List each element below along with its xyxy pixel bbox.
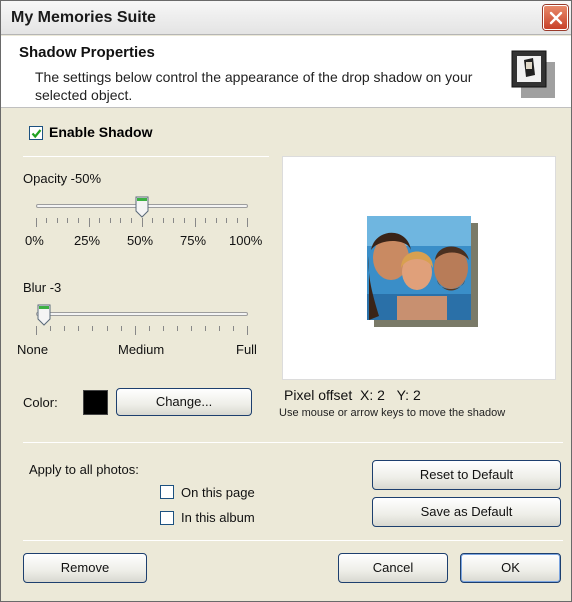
blur-tick-full: Full xyxy=(236,342,257,357)
on-this-page-label: On this page xyxy=(181,485,255,500)
offset-x-value: 2 xyxy=(377,387,385,403)
opacity-slider-thumb[interactable] xyxy=(135,196,149,218)
opacity-label: Opacity -50% xyxy=(23,171,102,186)
enable-shadow-label: Enable Shadow xyxy=(49,124,153,140)
divider xyxy=(23,156,269,157)
shadow-properties-icon xyxy=(511,50,555,98)
dialog-window: My Memories Suite Shadow Properties The … xyxy=(0,0,572,602)
color-label: Color: xyxy=(23,395,58,410)
divider xyxy=(23,540,563,541)
divider xyxy=(23,442,563,443)
preview-hint: Use mouse or arrow keys to move the shad… xyxy=(279,407,506,419)
offset-y-value: 2 xyxy=(412,387,421,403)
blur-tick-medium: Medium xyxy=(118,342,165,357)
save-default-button[interactable]: Save as Default xyxy=(372,497,561,527)
close-button[interactable] xyxy=(543,5,568,30)
header-title: Shadow Properties xyxy=(19,44,155,61)
on-this-page-checkbox[interactable] xyxy=(160,485,174,499)
blur-tick-none: None xyxy=(17,342,49,357)
apply-all-label: Apply to all photos: xyxy=(29,462,139,477)
opacity-tick-50: 50% xyxy=(127,233,154,248)
offset-y-label: Y: xyxy=(396,387,410,403)
cancel-button[interactable]: Cancel xyxy=(338,553,448,583)
dialog-header: Shadow Properties The settings below con… xyxy=(1,36,571,108)
header-description: The settings below control the appearanc… xyxy=(35,69,473,103)
offset-x-label: X: xyxy=(360,387,374,403)
in-this-album-checkbox[interactable] xyxy=(160,511,174,525)
close-icon xyxy=(549,11,563,25)
in-this-album-label: In this album xyxy=(181,510,255,525)
shadow-preview[interactable] xyxy=(282,156,556,380)
blur-slider-track[interactable] xyxy=(36,312,248,316)
ok-button[interactable]: OK xyxy=(460,553,561,583)
pixel-offset-readout: Pixel offset X: 2 Y: 2 xyxy=(284,387,421,403)
window-title: My Memories Suite xyxy=(11,9,156,26)
opacity-tick-25: 25% xyxy=(74,233,101,248)
reset-default-button[interactable]: Reset to Default xyxy=(372,460,561,490)
checkmark-icon xyxy=(31,129,42,139)
opacity-tick-100: 100% xyxy=(229,233,263,248)
blur-ticks xyxy=(36,326,248,335)
color-swatch xyxy=(83,390,108,415)
opacity-tick-0: 0% xyxy=(25,233,44,248)
opacity-ticks xyxy=(36,218,248,227)
remove-button[interactable]: Remove xyxy=(23,553,147,583)
pixel-offset-label: Pixel offset xyxy=(284,387,353,403)
blur-label: Blur -3 xyxy=(23,280,62,295)
opacity-tick-75: 75% xyxy=(180,233,207,248)
enable-shadow-checkbox[interactable] xyxy=(29,126,43,140)
preview-photo[interactable] xyxy=(367,216,471,320)
change-color-button[interactable]: Change... xyxy=(116,388,252,416)
title-bar[interactable]: My Memories Suite xyxy=(1,1,571,35)
blur-slider-thumb[interactable] xyxy=(37,304,51,326)
